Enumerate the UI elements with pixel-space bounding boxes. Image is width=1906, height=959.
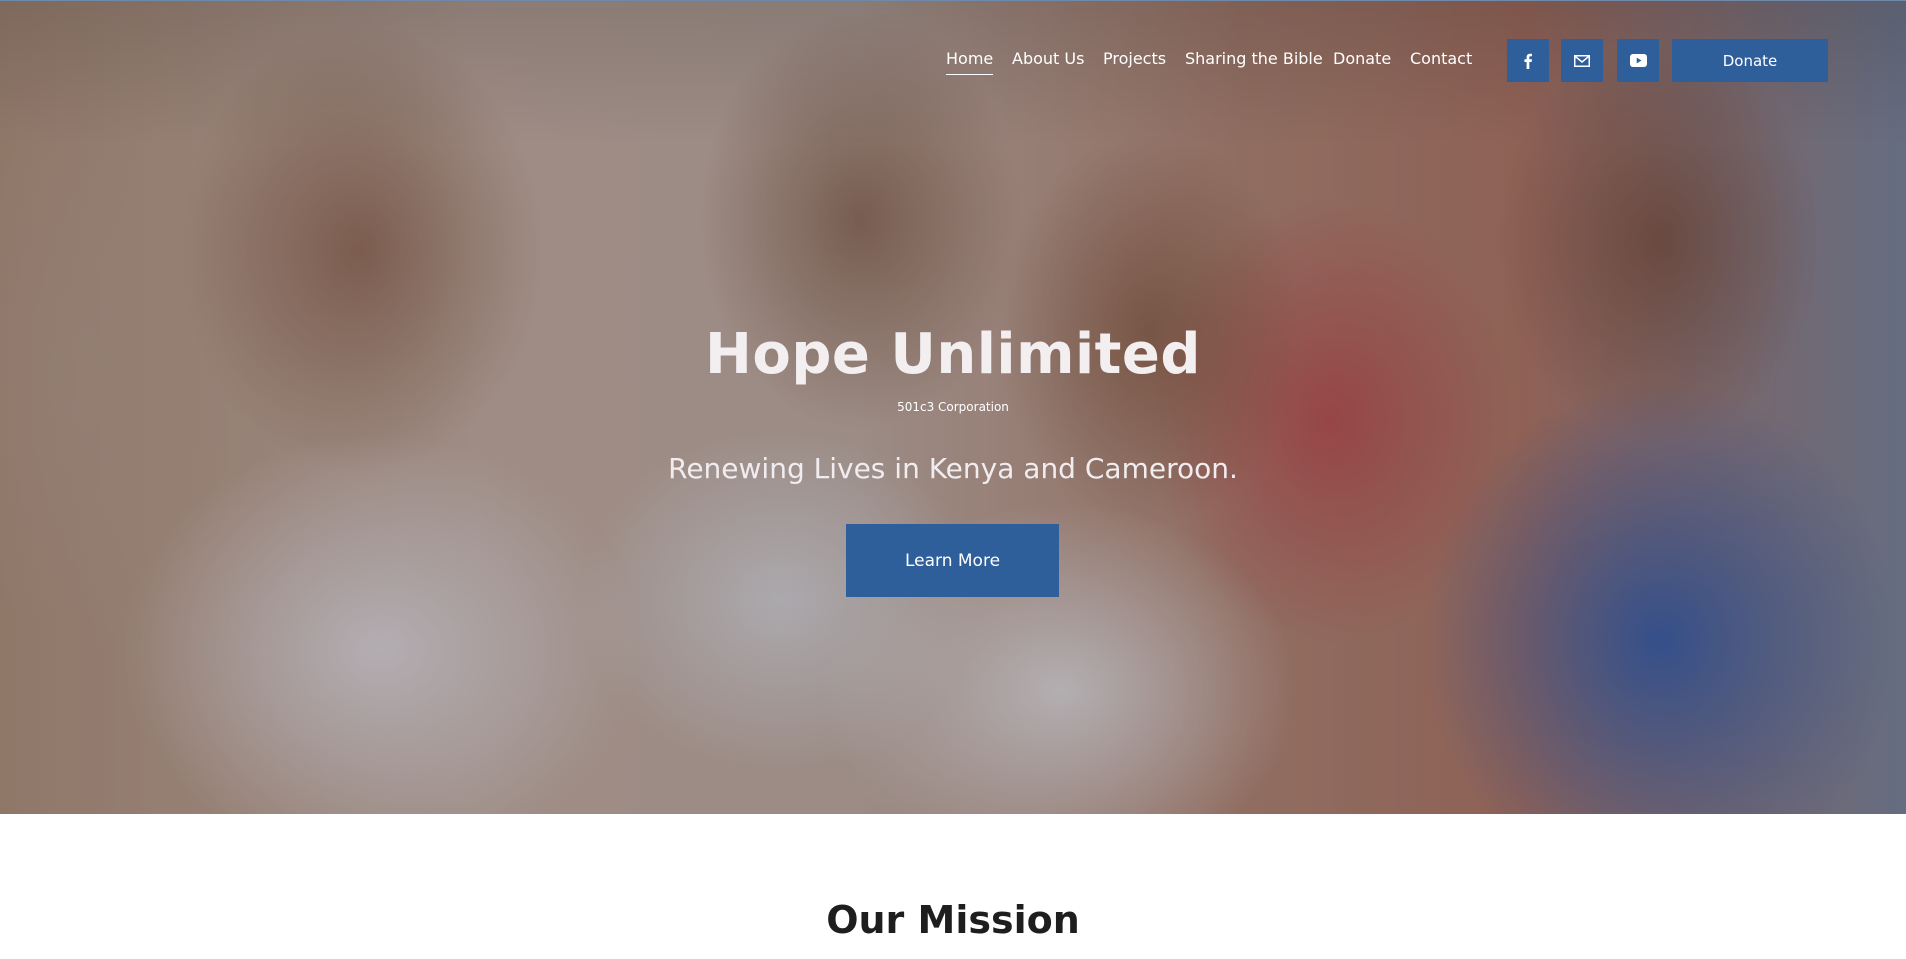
email-icon [1574,54,1590,67]
hero-tagline: Renewing Lives in Kenya and Cameroon. [668,452,1238,485]
learn-more-button[interactable]: Learn More [846,524,1059,597]
youtube-icon [1629,54,1647,67]
youtube-button[interactable] [1617,39,1659,82]
hero-subtitle: 501c3 Corporation [897,400,1009,414]
nav-link-about-us[interactable]: About Us [1012,49,1084,74]
hero-title: Hope Unlimited [704,322,1201,387]
facebook-icon [1524,53,1532,69]
nav-link-home[interactable]: Home [946,49,994,75]
facebook-button[interactable] [1507,39,1549,82]
nav-link-sharing-the-bible[interactable]: Sharing the Bible [1185,49,1323,74]
mission-heading: Our Mission [826,898,1080,942]
email-button[interactable] [1561,39,1603,82]
top-border-line [0,0,1906,1]
hero-section: Home About Us Projects Sharing the Bible… [0,0,1906,814]
donate-header-button[interactable]: Donate [1672,39,1828,82]
nav-link-contact[interactable]: Contact [1410,49,1472,74]
nav-link-donate[interactable]: Donate [1333,49,1391,74]
nav-link-projects[interactable]: Projects [1103,49,1166,74]
